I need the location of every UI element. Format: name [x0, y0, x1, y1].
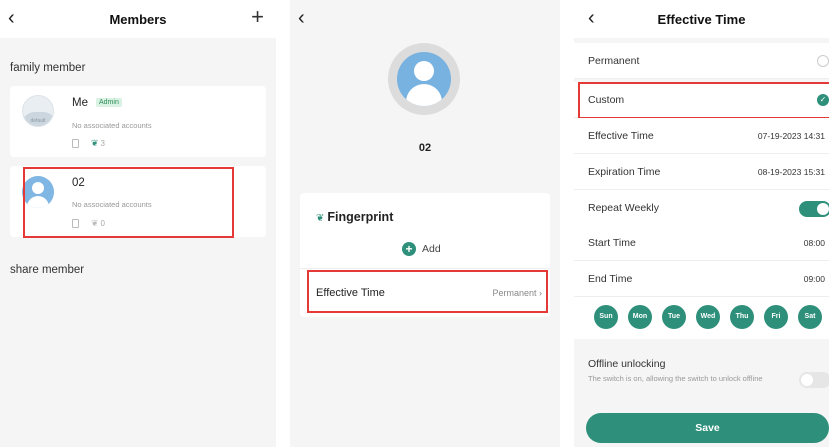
repeat-weekly-toggle[interactable] [799, 201, 829, 217]
divider [300, 268, 550, 269]
repeat-weekly-label: Repeat Weekly [588, 202, 660, 214]
card-icon [72, 139, 79, 149]
member-sub: No associated accounts [72, 121, 152, 130]
offline-toggle[interactable] [799, 372, 829, 388]
day-sun[interactable]: Sun [594, 305, 618, 329]
day-fri[interactable]: Fri [764, 305, 788, 329]
offline-description: The switch is on, allowing the switch to… [588, 374, 763, 383]
effective-time-row[interactable]: Effective Time 07-19-2023 14:31 [574, 118, 829, 154]
highlight-box [578, 82, 829, 119]
day-thu[interactable]: Thu [730, 305, 754, 329]
fingerprint-icon: ❦ [91, 138, 99, 148]
effective-time-label: Effective Time [588, 130, 654, 142]
end-time-label: End Time [588, 273, 633, 285]
permanent-label: Permanent [588, 55, 640, 67]
member-avatar-icon[interactable] [388, 43, 460, 115]
offline-title: Offline unlocking [588, 358, 666, 370]
page-title: Members [109, 12, 167, 27]
expiration-time-row[interactable]: Expiration Time 08-19-2023 15:31 [574, 154, 829, 190]
expiration-time-label: Expiration Time [588, 166, 661, 178]
detail-nav-bar: ‹ [290, 0, 560, 38]
back-icon[interactable]: ‹ [298, 8, 305, 28]
highlight-box [23, 167, 234, 238]
member-id: 02 [418, 142, 432, 154]
save-button[interactable]: Save [586, 413, 829, 443]
day-wed[interactable]: Wed [696, 305, 720, 329]
member-card-me[interactable]: default Me Admin No associated accounts … [10, 86, 266, 157]
highlight-box [307, 270, 548, 313]
members-nav-bar: ‹ Members + [0, 0, 276, 38]
member-credentials: ❦ 3 [72, 138, 105, 149]
end-time-row[interactable]: End Time 09:00 [574, 261, 829, 297]
day-sat[interactable]: Sat [798, 305, 822, 329]
end-time-value: 09:00 [803, 274, 825, 284]
members-screen: ‹ Members + family member default Me Adm… [0, 0, 276, 447]
admin-badge: Admin [96, 98, 122, 107]
start-time-label: Start Time [588, 237, 636, 249]
plus-circle-icon: + [402, 242, 416, 256]
effective-time-screen: ‹ Effective Time Permanent Custom ✓ Effe… [574, 0, 829, 447]
add-fingerprint-button[interactable]: + Add [402, 242, 441, 256]
offline-unlocking-section: Offline unlocking The switch is on, allo… [574, 356, 829, 406]
share-member-label: share member [10, 264, 85, 276]
fingerprint-count: 3 [100, 139, 105, 148]
avatar-placeholder-icon: default [22, 95, 54, 127]
add-member-icon[interactable]: + [251, 6, 264, 28]
member-name: Me [72, 97, 88, 109]
expiration-time-value: 08-19-2023 15:31 [757, 167, 825, 177]
effective-nav-bar: ‹ Effective Time [574, 0, 829, 38]
repeat-weekly-row: Repeat Weekly [574, 190, 829, 226]
add-label: Add [422, 242, 441, 255]
fingerprint-icon: ❦ [316, 213, 325, 224]
start-time-row[interactable]: Start Time 08:00 [574, 225, 829, 261]
fingerprint-title-text: Fingerprint [327, 210, 394, 224]
permanent-option[interactable]: Permanent [574, 43, 829, 79]
family-member-label: family member [10, 62, 86, 74]
weekday-selector: Sun Mon Tue Wed Thu Fri Sat [574, 297, 829, 339]
fingerprint-title: ❦ Fingerprint [316, 210, 393, 224]
page-title: Effective Time [657, 12, 746, 27]
member-detail-screen: ‹ 02 ❦ Fingerprint + Add Effective Time Pe… [290, 0, 560, 447]
day-tue[interactable]: Tue [662, 305, 686, 329]
day-mon[interactable]: Mon [628, 305, 652, 329]
effective-time-value: 07-19-2023 14:31 [757, 131, 825, 141]
radio-unchecked-icon [817, 55, 829, 67]
avatar-caption: default [30, 118, 46, 124]
start-time-value: 08:00 [803, 238, 825, 248]
